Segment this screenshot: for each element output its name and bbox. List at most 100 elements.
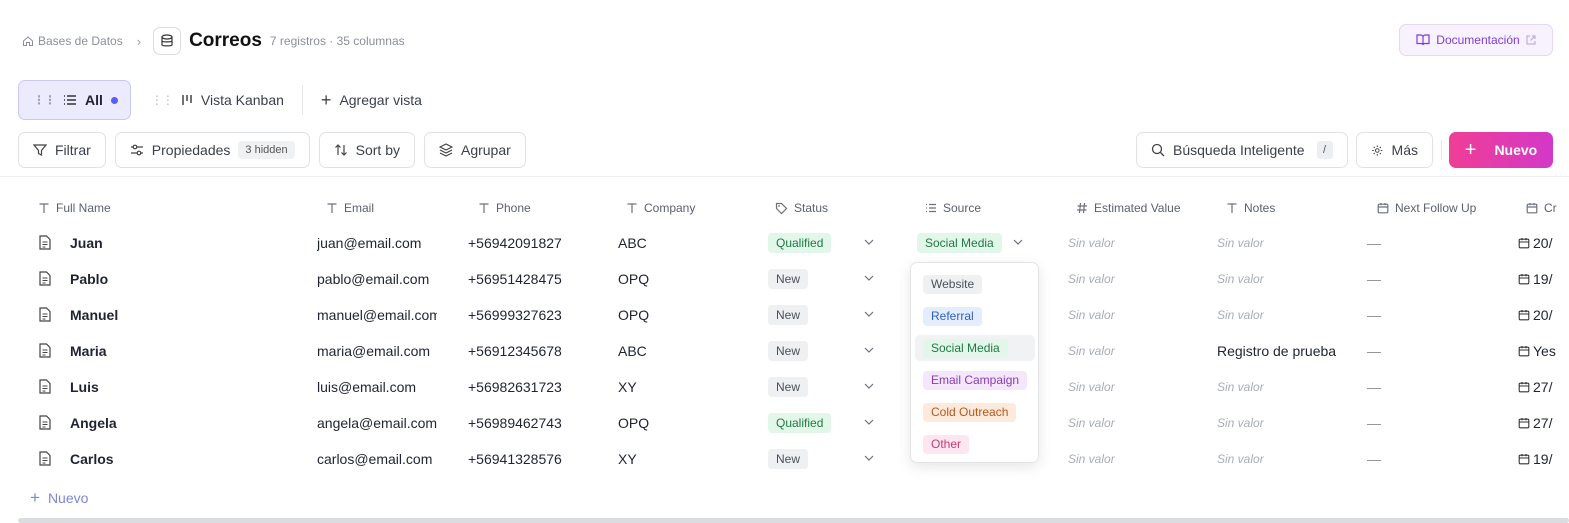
estimated-value-cell[interactable]: Sin valor bbox=[1068, 269, 1188, 289]
chevron-down-icon[interactable] bbox=[1013, 239, 1023, 245]
email-cell[interactable]: juan@email.com bbox=[317, 233, 437, 253]
chevron-down-icon[interactable] bbox=[864, 383, 874, 389]
full-name-cell[interactable]: Carlos bbox=[70, 449, 270, 469]
notes-cell[interactable]: Registro de prueba bbox=[1217, 341, 1362, 361]
created-cell[interactable]: 20/ bbox=[1533, 305, 1569, 325]
chevron-down-icon[interactable] bbox=[864, 419, 874, 425]
properties-button[interactable]: Propiedades 3 hidden bbox=[114, 132, 310, 168]
estimated-value-cell[interactable]: Sin valor bbox=[1068, 377, 1188, 397]
table-row[interactable]: Luis luis@email.com +56982631723 XY New Sin v… bbox=[0, 377, 1569, 397]
table-row[interactable]: Pablo pablo@email.com +56951428475 OPQ New Si… bbox=[0, 269, 1569, 289]
table-row[interactable]: Angela angela@email.com +56989462743 OPQ Qua… bbox=[0, 413, 1569, 433]
column-header[interactable]: Phone bbox=[478, 199, 531, 217]
created-cell[interactable]: 27/ bbox=[1533, 377, 1569, 397]
phone-cell[interactable]: +56951428475 bbox=[468, 269, 608, 289]
status-cell[interactable]: New bbox=[768, 305, 809, 325]
phone-cell[interactable]: +56989462743 bbox=[468, 413, 608, 433]
created-cell[interactable]: 20/ bbox=[1533, 233, 1569, 253]
full-name-cell[interactable]: Angela bbox=[70, 413, 270, 433]
table-row[interactable]: Maria maria@email.com +56912345678 ABC New Si… bbox=[0, 341, 1569, 361]
created-cell[interactable]: Yes bbox=[1533, 341, 1569, 361]
next-follow-up-cell[interactable]: — bbox=[1367, 305, 1407, 325]
status-cell[interactable]: New bbox=[768, 377, 809, 397]
sort-button[interactable]: Sort by bbox=[318, 132, 415, 168]
add-row-button[interactable]: + Nuevo bbox=[30, 488, 88, 508]
full-name-cell[interactable]: Luis bbox=[70, 377, 270, 397]
chevron-down-icon[interactable] bbox=[864, 275, 874, 281]
status-cell[interactable]: New bbox=[768, 341, 809, 361]
created-cell[interactable]: 19/ bbox=[1533, 269, 1569, 289]
notes-cell[interactable]: Sin valor bbox=[1217, 449, 1337, 469]
notes-cell[interactable]: Sin valor bbox=[1217, 305, 1337, 325]
notes-cell[interactable]: Sin valor bbox=[1217, 269, 1337, 289]
column-header[interactable]: Status bbox=[775, 199, 828, 217]
next-follow-up-cell[interactable]: — bbox=[1367, 269, 1407, 289]
chevron-down-icon[interactable] bbox=[864, 311, 874, 317]
column-header[interactable]: Estimated Value bbox=[1076, 199, 1181, 217]
table-row[interactable]: Manuel manuel@email.com +56999327623 OPQ New… bbox=[0, 305, 1569, 325]
source-option[interactable]: Social Media bbox=[915, 335, 1035, 361]
created-cell[interactable]: 27/ bbox=[1533, 413, 1569, 433]
email-cell[interactable]: manuel@email.com bbox=[317, 305, 437, 325]
email-cell[interactable]: maria@email.com bbox=[317, 341, 437, 361]
column-header[interactable]: Email bbox=[326, 199, 374, 217]
chevron-down-icon[interactable] bbox=[864, 455, 874, 461]
company-cell[interactable]: OPQ bbox=[618, 413, 758, 433]
full-name-cell[interactable]: Maria bbox=[70, 341, 270, 361]
column-header[interactable]: Company bbox=[626, 199, 695, 217]
status-cell[interactable]: New bbox=[768, 269, 809, 289]
chevron-down-icon[interactable] bbox=[864, 239, 874, 245]
next-follow-up-cell[interactable]: — bbox=[1367, 449, 1407, 469]
phone-cell[interactable]: +56982631723 bbox=[468, 377, 608, 397]
more-button[interactable]: Más bbox=[1356, 132, 1433, 168]
estimated-value-cell[interactable]: Sin valor bbox=[1068, 341, 1188, 361]
drag-handle-icon[interactable]: ⋮⋮ bbox=[33, 93, 56, 107]
smart-search-button[interactable]: Búsqueda Inteligente / bbox=[1136, 132, 1348, 168]
next-follow-up-cell[interactable]: — bbox=[1367, 413, 1407, 433]
status-cell[interactable]: Qualified bbox=[768, 413, 832, 433]
table-row[interactable]: Carlos carlos@email.com +56941328576 XY New S… bbox=[0, 449, 1569, 469]
email-cell[interactable]: carlos@email.com bbox=[317, 449, 437, 469]
column-header[interactable]: Source bbox=[925, 199, 981, 217]
company-cell[interactable]: ABC bbox=[618, 341, 758, 361]
source-option[interactable]: Other bbox=[915, 431, 1035, 457]
full-name-cell[interactable]: Pablo bbox=[70, 269, 270, 289]
status-cell[interactable]: New bbox=[768, 449, 809, 469]
column-header[interactable]: Next Follow Up bbox=[1377, 199, 1476, 217]
filter-button[interactable]: Filtrar bbox=[18, 132, 106, 168]
estimated-value-cell[interactable]: Sin valor bbox=[1068, 413, 1188, 433]
status-cell[interactable]: Qualified bbox=[768, 233, 832, 253]
documentation-button[interactable]: Documentación bbox=[1399, 24, 1553, 56]
add-view-button[interactable]: + Agregar vista bbox=[307, 80, 436, 120]
next-follow-up-cell[interactable]: — bbox=[1367, 377, 1407, 397]
estimated-value-cell[interactable]: Sin valor bbox=[1068, 305, 1188, 325]
tab-kanban[interactable]: ⋮⋮ Vista Kanban bbox=[137, 80, 298, 120]
notes-cell[interactable]: Sin valor bbox=[1217, 377, 1337, 397]
company-cell[interactable]: XY bbox=[618, 449, 758, 469]
tab-all[interactable]: ⋮⋮ All bbox=[18, 80, 131, 120]
source-cell[interactable]: Social Media bbox=[917, 233, 1002, 253]
next-follow-up-cell[interactable]: — bbox=[1367, 341, 1407, 361]
source-option[interactable]: Website bbox=[915, 271, 1035, 297]
email-cell[interactable]: angela@email.com bbox=[317, 413, 437, 433]
company-cell[interactable]: XY bbox=[618, 377, 758, 397]
chevron-down-icon[interactable] bbox=[864, 347, 874, 353]
column-header[interactable]: Full Name bbox=[38, 199, 111, 217]
company-cell[interactable]: ABC bbox=[618, 233, 758, 253]
phone-cell[interactable]: +56941328576 bbox=[468, 449, 608, 469]
drag-handle-icon[interactable]: ⋮⋮ bbox=[151, 93, 174, 107]
source-option[interactable]: Referral bbox=[915, 303, 1035, 329]
full-name-cell[interactable]: Manuel bbox=[70, 305, 270, 325]
estimated-value-cell[interactable]: Sin valor bbox=[1068, 233, 1188, 253]
company-cell[interactable]: OPQ bbox=[618, 305, 758, 325]
column-header[interactable]: Notes bbox=[1226, 199, 1275, 217]
new-record-button[interactable]: + Nuevo bbox=[1449, 132, 1553, 168]
notes-cell[interactable]: Sin valor bbox=[1217, 233, 1337, 253]
phone-cell[interactable]: +56999327623 bbox=[468, 305, 608, 325]
phone-cell[interactable]: +56942091827 bbox=[468, 233, 608, 253]
breadcrumb-home[interactable]: Bases de Datos bbox=[22, 34, 123, 48]
created-cell[interactable]: 19/ bbox=[1533, 449, 1569, 469]
email-cell[interactable]: luis@email.com bbox=[317, 377, 437, 397]
horizontal-scrollbar[interactable] bbox=[18, 518, 1569, 523]
notes-cell[interactable]: Sin valor bbox=[1217, 413, 1337, 433]
